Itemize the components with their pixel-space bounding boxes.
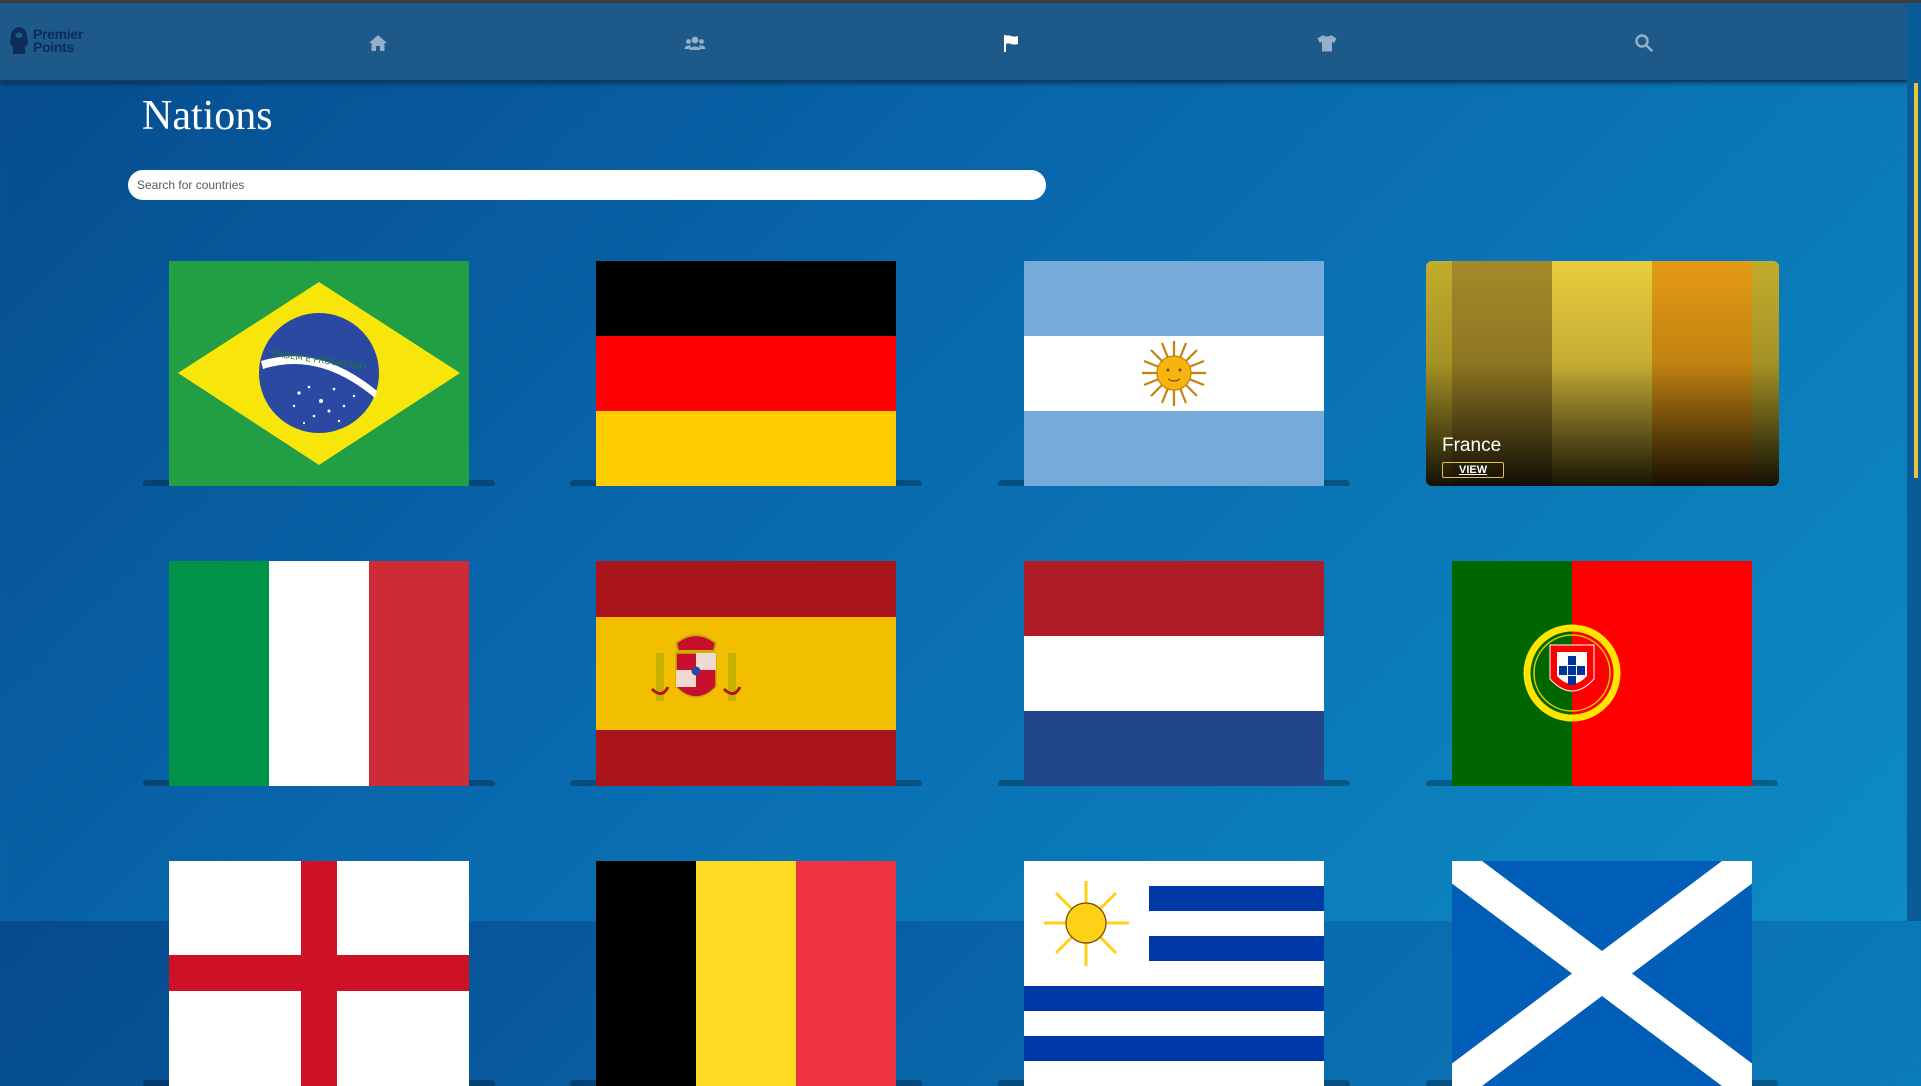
scotland-flag — [1452, 861, 1752, 1086]
uruguay-flag — [1024, 861, 1324, 1086]
lion-logo-icon — [9, 27, 29, 54]
search-icon[interactable] — [1633, 32, 1655, 54]
italy-flag — [169, 561, 469, 786]
flag-icon[interactable] — [1000, 32, 1022, 54]
argentina-flag — [1024, 261, 1324, 486]
page-scrollbar[interactable] — [1907, 3, 1921, 921]
germany-flag — [596, 261, 896, 486]
belgium-flag — [596, 861, 896, 1086]
nation-name: France — [1442, 435, 1502, 456]
portugal-flag — [1452, 561, 1752, 786]
spain-flag — [596, 561, 896, 786]
logo-text-line2: Points — [33, 39, 74, 55]
top-navbar: Premier Points — [0, 3, 1907, 82]
home-icon[interactable] — [367, 32, 389, 54]
netherlands-flag — [1024, 561, 1324, 786]
shirt-icon[interactable] — [1316, 32, 1338, 54]
england-flag — [169, 861, 469, 1086]
view-nation-button[interactable]: VIEW — [1442, 462, 1505, 478]
brazil-flag: ORDEM E PROGRESSO — [169, 261, 469, 486]
page-title: Nations — [142, 93, 273, 139]
app-logo[interactable]: Premier Points — [8, 26, 83, 56]
france-hover-image: France VIEW — [1426, 261, 1779, 486]
users-icon[interactable] — [684, 32, 706, 54]
country-search-input[interactable] — [128, 170, 1046, 200]
scrollbar-thumb[interactable] — [1914, 83, 1918, 478]
